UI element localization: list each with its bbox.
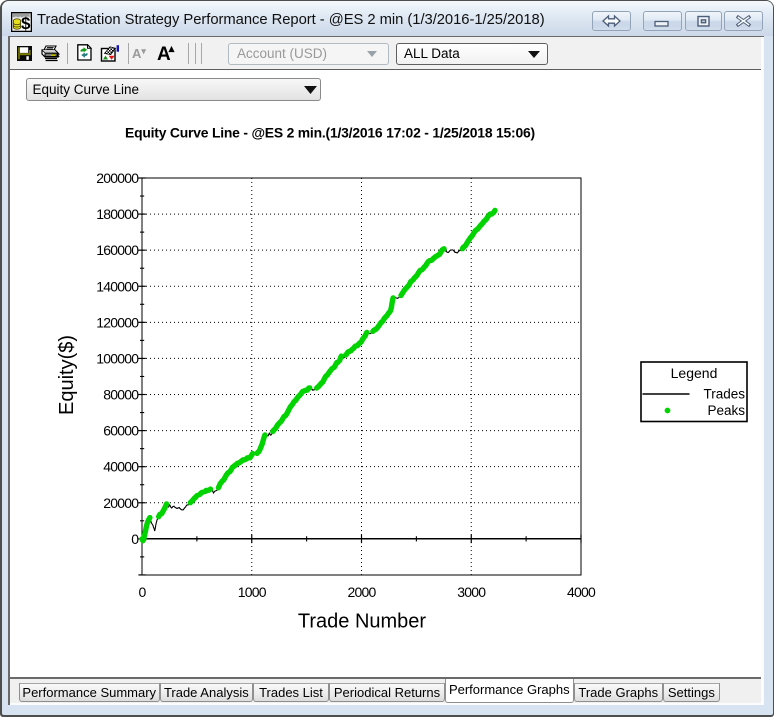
svg-text:Equity Curve Line - @ES 2 min.: Equity Curve Line - @ES 2 min.(1/3/2016 …: [125, 125, 535, 141]
svg-text:0: 0: [131, 531, 139, 547]
svg-text:2000: 2000: [348, 584, 377, 600]
svg-text:Equity($): Equity($): [56, 335, 78, 415]
svg-text:0: 0: [139, 584, 147, 600]
svg-text:160000: 160000: [96, 242, 139, 258]
svg-text:1000: 1000: [238, 584, 267, 600]
svg-text:Trade Number: Trade Number: [298, 611, 427, 633]
svg-text:4000: 4000: [567, 584, 596, 600]
svg-text:100000: 100000: [96, 350, 139, 366]
svg-text:140000: 140000: [96, 278, 139, 294]
svg-text:80000: 80000: [103, 387, 139, 403]
svg-text:200000: 200000: [96, 170, 139, 186]
svg-text:180000: 180000: [96, 206, 139, 222]
svg-text:Peaks: Peaks: [707, 403, 745, 418]
svg-text:20000: 20000: [103, 495, 139, 511]
svg-text:3000: 3000: [457, 584, 486, 600]
svg-text:120000: 120000: [96, 314, 139, 330]
svg-text:40000: 40000: [103, 459, 139, 475]
svg-text:60000: 60000: [103, 423, 139, 439]
svg-text:Legend: Legend: [671, 365, 718, 381]
svg-text:Trades: Trades: [703, 386, 745, 401]
